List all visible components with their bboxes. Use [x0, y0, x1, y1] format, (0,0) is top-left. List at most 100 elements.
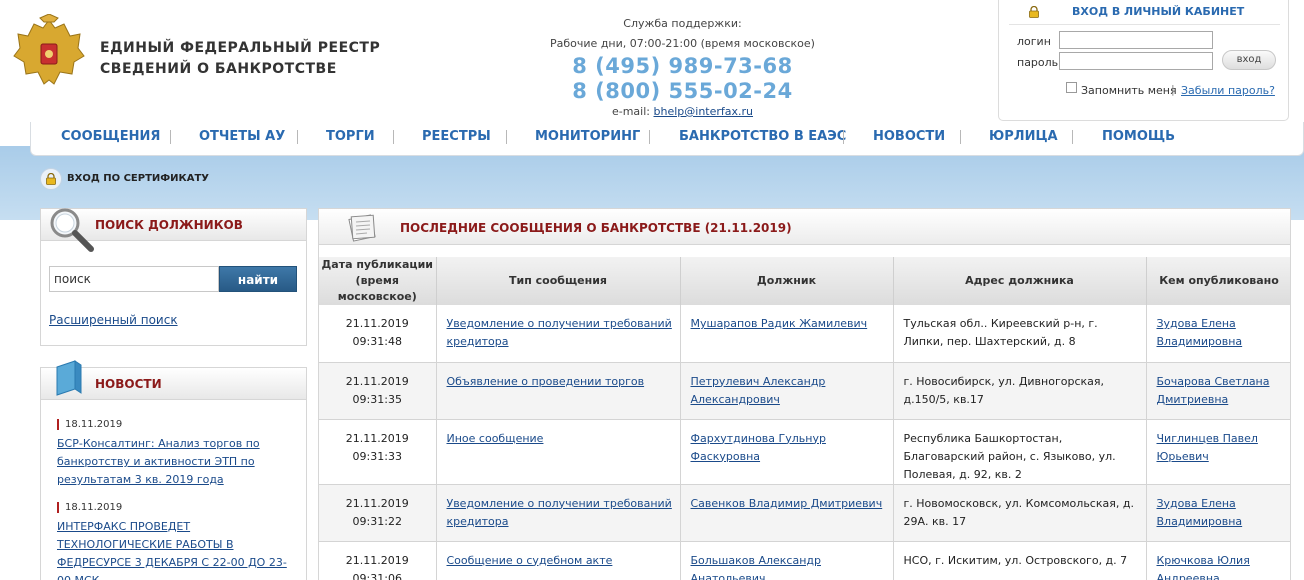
publisher-link[interactable]: Зудова Елена Владимировна — [1157, 497, 1243, 528]
site-title-line2: СВЕДЕНИЙ О БАНКРОТСТВЕ — [100, 61, 337, 77]
message-type-link[interactable]: Объявление о проведении торгов — [447, 375, 645, 388]
login-input[interactable] — [1059, 31, 1213, 49]
message-type-cell: Объявление о проведении торгов — [436, 362, 681, 420]
message-type-cell: Уведомление о получении требований креди… — [436, 305, 681, 363]
login-enter-button[interactable]: вход — [1222, 50, 1276, 70]
publisher-link[interactable]: Зудова Елена Владимировна — [1157, 317, 1243, 348]
password-label: пароль — [1017, 56, 1059, 69]
publisher-cell: Бочарова Светлана Дмитриевна — [1146, 362, 1290, 420]
message-type-link[interactable]: Уведомление о получении требований креди… — [447, 497, 672, 528]
debtor-cell: Большаков Александр Анатольевич — [680, 541, 894, 580]
remember-me-checkbox[interactable] — [1066, 82, 1077, 93]
debtor-link[interactable]: Фархутдинова Гульнур Фаскуровна — [691, 432, 826, 463]
latest-messages-panel: ПОСЛЕДНИЕ СООБЩЕНИЯ О БАНКРОТСТВЕ (21.11… — [318, 208, 1291, 580]
main-nav: СООБЩЕНИЯ ОТЧЕТЫ АУ ТОРГИ РЕЕСТРЫ МОНИТО… — [30, 122, 1304, 156]
support-hours: Рабочие дни, 07:00-21:00 (время московск… — [550, 37, 815, 50]
table-row: 21.11.2019 09:31:48 Уведомление о получен… — [319, 305, 1290, 363]
publisher-link[interactable]: Чиглинцев Павел Юрьевич — [1157, 432, 1258, 463]
debtor-cell: Мушарапов Радик Жамилевич — [680, 305, 894, 363]
news-panel-header: НОВОСТИ — [41, 360, 306, 400]
search-panel-title: ПОИСК ДОЛЖНИКОВ — [95, 218, 243, 232]
magnifier-icon — [47, 205, 95, 256]
site-title: ЕДИНЫЙ ФЕДЕРАЛЬНЫЙ РЕЕСТР СВЕДЕНИЙ О БАН… — [100, 38, 380, 80]
certificate-login-link[interactable]: ВХОД ПО СЕРТИФИКАТУ — [67, 173, 209, 184]
publisher-link[interactable]: Крючкова Юлия Андреевна — [1157, 554, 1250, 580]
publisher-cell: Крючкова Юлия Андреевна — [1146, 541, 1290, 580]
login-box: ВХОД В ЛИЧНЫЙ КАБИНЕТ логин пароль вход … — [998, 0, 1289, 121]
nav-separator — [649, 130, 650, 144]
site-title-line1: ЕДИНЫЙ ФЕДЕРАЛЬНЫЙ РЕЕСТР — [100, 40, 381, 56]
news-panel-title: НОВОСТИ — [95, 377, 162, 391]
support-phone-1: 8 (495) 989-73-68 — [572, 54, 793, 78]
debtor-address: Республика Башкортостан, Благоварский ра… — [893, 419, 1147, 485]
message-datetime: 21.11.2019 09:31:33 — [319, 419, 437, 485]
debtor-link[interactable]: Большаков Александр Анатольевич — [691, 554, 822, 580]
news-item-link[interactable]: ИНТЕРФАКС ПРОВЕДЕТ ТЕХНОЛОГИЧЕСКИЕ РАБОТ… — [57, 518, 292, 580]
nav-item-auctions[interactable]: ТОРГИ — [326, 129, 375, 144]
nav-separator — [297, 130, 298, 144]
support-email-link[interactable]: bhelp@interfax.ru — [654, 105, 754, 118]
nav-separator — [506, 130, 507, 144]
nav-item-legal-entities[interactable]: ЮРЛИЦА — [989, 129, 1058, 144]
password-input[interactable] — [1059, 52, 1213, 70]
coat-of-arms-logo[interactable] — [10, 13, 88, 94]
nav-separator — [170, 130, 171, 144]
debtor-address: г. Новосибирск, ул. Дивногорская, д.150/… — [893, 362, 1147, 420]
table-row: 21.11.2019 09:31:22 Уведомление о получен… — [319, 484, 1290, 542]
certificate-lock-icon[interactable] — [40, 168, 62, 190]
table-header-row: Дата публикации (время московское) Тип с… — [319, 257, 1290, 305]
support-label: Служба поддержки: — [623, 17, 742, 30]
message-datetime: 21.11.2019 09:31:48 — [319, 305, 437, 363]
debtor-search-input[interactable] — [49, 266, 219, 292]
message-type-link[interactable]: Иное сообщение — [447, 432, 544, 445]
table-row: 21.11.2019 09:31:06 Сообщение о судебном … — [319, 541, 1290, 580]
advanced-search-link[interactable]: Расширенный поиск — [49, 313, 178, 327]
search-button[interactable]: найти — [219, 266, 297, 292]
news-panel: НОВОСТИ 18.11.2019 БСР-Консалтинг: Анали… — [40, 360, 307, 580]
debtor-link[interactable]: Петрулевич Александр Александрович — [691, 375, 826, 406]
lock-icon — [1029, 5, 1039, 21]
forgot-password-link[interactable]: Забыли пароль? — [1181, 84, 1275, 97]
nav-item-news[interactable]: НОВОСТИ — [873, 129, 945, 144]
nav-item-monitoring[interactable]: МОНИТОРИНГ — [535, 129, 640, 144]
support-block: Служба поддержки: Рабочие дни, 07:00-21:… — [530, 14, 835, 120]
news-date: 18.11.2019 — [57, 419, 122, 430]
table-row: 21.11.2019 09:31:35 Объявление о проведен… — [319, 362, 1290, 420]
nav-separator — [843, 130, 844, 144]
table-row: 21.11.2019 09:31:33 Иное сообщение Фархут… — [319, 419, 1290, 485]
news-item-link[interactable]: БСР-Консалтинг: Анализ торгов по банкрот… — [57, 435, 292, 489]
nav-separator — [960, 130, 961, 144]
nav-item-help[interactable]: ПОМОЩЬ — [1102, 129, 1175, 144]
publisher-cell: Зудова Елена Владимировна — [1146, 484, 1290, 542]
publisher-link[interactable]: Бочарова Светлана Дмитриевна — [1157, 375, 1270, 406]
message-datetime: 21.11.2019 09:31:35 — [319, 362, 437, 420]
message-type-cell: Сообщение о судебном акте — [436, 541, 681, 580]
message-datetime: 21.11.2019 09:31:22 — [319, 484, 437, 542]
remember-me-label[interactable]: Запомнить меня — [1081, 84, 1177, 97]
nav-item-eaeu-bankruptcy[interactable]: БАНКРОТСТВО В ЕАЭС — [679, 129, 846, 144]
message-type-link[interactable]: Уведомление о получении требований креди… — [447, 317, 672, 348]
debtor-address: НСО, г. Искитим, ул. Островского, д. 7 — [893, 541, 1147, 580]
debtor-address: г. Новомосковск, ул. Комсомольская, д. 2… — [893, 484, 1147, 542]
login-header: ВХОД В ЛИЧНЫЙ КАБИНЕТ — [1009, 0, 1280, 25]
messages-header: ПОСЛЕДНИЕ СООБЩЕНИЯ О БАНКРОТСТВЕ (21.11… — [319, 209, 1290, 245]
support-email-row: e-mail: bhelp@interfax.ru — [530, 104, 835, 120]
nav-item-au-reports[interactable]: ОТЧЕТЫ АУ — [199, 129, 285, 144]
login-label: логин — [1017, 35, 1051, 48]
nav-separator — [1072, 130, 1073, 144]
nav-item-messages[interactable]: СООБЩЕНИЯ — [61, 129, 160, 144]
column-header-publisher: Кем опубликовано — [1146, 257, 1290, 305]
nav-item-registers[interactable]: РЕЕСТРЫ — [422, 129, 491, 144]
column-header-address: Адрес должника — [893, 257, 1147, 305]
email-label: e-mail: — [611, 105, 650, 118]
message-type-link[interactable]: Сообщение о судебном акте — [447, 554, 613, 567]
debtor-cell: Савенков Владимир Дмитриевич — [680, 484, 894, 542]
debtor-search-panel: ПОИСК ДОЛЖНИКОВ найти Расширенный поиск — [40, 208, 307, 346]
messages-table: Дата публикации (время московское) Тип с… — [319, 257, 1290, 580]
message-type-cell: Иное сообщение — [436, 419, 681, 485]
book-icon — [55, 359, 85, 400]
news-date: 18.11.2019 — [57, 502, 122, 513]
search-panel-header: ПОИСК ДОЛЖНИКОВ — [41, 208, 306, 252]
debtor-link[interactable]: Савенков Владимир Дмитриевич — [691, 497, 883, 510]
debtor-link[interactable]: Мушарапов Радик Жамилевич — [691, 317, 868, 330]
